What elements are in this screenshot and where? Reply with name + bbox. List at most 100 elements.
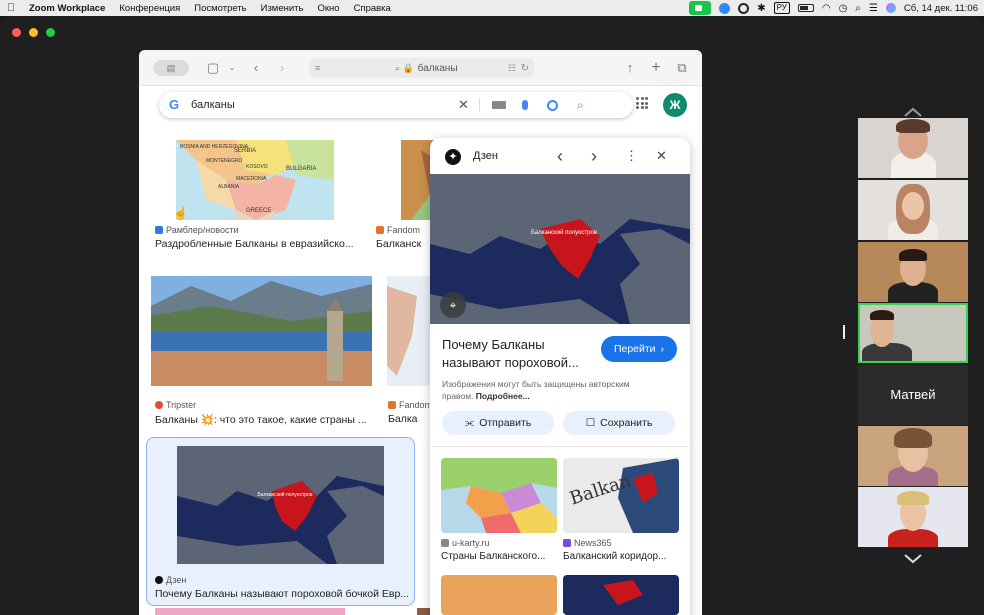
- send-button[interactable]: ⫘ Отправить: [442, 411, 554, 435]
- close-window-button[interactable]: [12, 28, 21, 37]
- sidebar-icon[interactable]: ▢: [205, 60, 221, 76]
- zoom-status-icon[interactable]: [719, 2, 731, 14]
- related-image-u-karty[interactable]: [441, 458, 557, 533]
- participant-video[interactable]: [858, 118, 968, 178]
- menubar-clock[interactable]: Сб, 14 дек. 11:06: [904, 3, 978, 14]
- result-image-fandom-map[interactable]: [387, 276, 432, 386]
- result-source[interactable]: Дзен: [155, 575, 186, 585]
- translate-icon[interactable]: ☷: [508, 63, 516, 74]
- siri-icon[interactable]: [885, 3, 896, 13]
- reload-icon[interactable]: ↻: [521, 63, 529, 74]
- search-icon[interactable]: ⌕: [577, 98, 584, 113]
- panel-title[interactable]: Почему Балканы называют пороховой...: [442, 336, 592, 372]
- menu-conference[interactable]: Конференция: [112, 3, 187, 14]
- related-source[interactable]: News365: [563, 538, 612, 548]
- related-image-news365[interactable]: Balkan: [563, 458, 679, 533]
- menu-edit[interactable]: Изменить: [254, 3, 311, 14]
- result-image-powder-keg[interactable]: Балканский полуостров: [177, 446, 384, 564]
- back-icon[interactable]: ‹: [249, 60, 263, 76]
- participant-video[interactable]: [858, 487, 968, 547]
- menu-window[interactable]: Окно: [310, 3, 346, 14]
- result-source[interactable]: Tripster: [155, 400, 196, 410]
- zoom-window-button[interactable]: [46, 28, 55, 37]
- control-center-icon[interactable]: ☰: [869, 3, 878, 14]
- participant-video[interactable]: [858, 180, 968, 240]
- related-map-corridor: Balkan: [563, 458, 679, 533]
- spotlight-search-icon[interactable]: ⌕: [855, 3, 861, 14]
- participant-video-active-speaker[interactable]: [858, 303, 968, 363]
- address-bar[interactable]: ≡ ⌕ 🔒 балканы ☷ ↻: [309, 58, 534, 78]
- menu-view[interactable]: Посмотреть: [187, 3, 253, 14]
- map-label: MACEDONIA: [236, 176, 267, 182]
- u-karty-icon: [441, 539, 449, 547]
- result-source[interactable]: Fandom: [376, 225, 420, 235]
- bluetooth-icon[interactable]: ✱: [757, 3, 765, 14]
- avatar[interactable]: Ж: [663, 93, 687, 117]
- panel-main-image[interactable]: Балканский полуостров: [430, 174, 690, 324]
- map-label: KOSOVO: [246, 164, 268, 170]
- dzen-logo-icon: ✦: [445, 149, 461, 165]
- related-map-countries: [441, 458, 557, 533]
- google-search-bar[interactable]: G балканы ✕ ⌕: [159, 92, 633, 118]
- forward-icon[interactable]: ›: [275, 60, 289, 76]
- keyboard-icon[interactable]: [492, 101, 506, 109]
- previous-icon[interactable]: ‹: [557, 146, 563, 167]
- more-link[interactable]: Подробнее...: [476, 391, 530, 401]
- powder-keg-map: Балканский полуостров: [177, 446, 384, 564]
- clock-icon[interactable]: ◷: [839, 3, 848, 14]
- result-caption[interactable]: Балканск: [376, 238, 431, 250]
- related-source[interactable]: u-karty.ru: [441, 538, 489, 548]
- result-caption[interactable]: Балканы 💥: что это такое, какие страны .…: [155, 413, 370, 426]
- map-label: Балканский полуостров: [531, 229, 597, 236]
- next-icon[interactable]: ›: [591, 146, 597, 167]
- battery-icon[interactable]: [797, 4, 814, 12]
- chevron-up-icon[interactable]: [903, 104, 923, 117]
- chevron-down-icon[interactable]: [903, 551, 923, 564]
- result-caption[interactable]: Раздробленные Балканы в евразийско...: [155, 238, 355, 250]
- keyboard-layout[interactable]: РУ: [773, 2, 790, 14]
- apple-icon[interactable]: : [0, 2, 22, 14]
- result-caption[interactable]: Балка: [388, 413, 430, 425]
- grammarly-icon[interactable]: [738, 2, 750, 14]
- result-image-peek[interactable]: [155, 608, 345, 615]
- apps-grid-icon[interactable]: [636, 97, 648, 109]
- result-caption[interactable]: Почему Балканы называют пороховой бочкой…: [155, 588, 410, 600]
- share-icon[interactable]: ↑: [623, 60, 637, 76]
- related-caption[interactable]: Страны Балканского...: [441, 551, 556, 562]
- plus-icon[interactable]: +: [649, 60, 663, 76]
- tabs-icon[interactable]: ⧉: [675, 60, 689, 76]
- wifi-icon[interactable]: ◠: [822, 3, 831, 14]
- participant-video[interactable]: [858, 242, 968, 302]
- lens-search-icon[interactable]: ⌖: [440, 292, 466, 318]
- fandom-icon: [376, 226, 384, 234]
- participant-name-tile[interactable]: Матвей: [858, 365, 968, 425]
- related-image-peek[interactable]: [441, 575, 557, 615]
- more-icon[interactable]: ⋮: [625, 148, 638, 164]
- map-label: Балканский полуостров: [257, 491, 312, 498]
- minimize-window-button[interactable]: [29, 28, 38, 37]
- clear-search-icon[interactable]: ✕: [458, 97, 469, 113]
- save-button[interactable]: ☐ Сохранить: [563, 411, 675, 435]
- related-caption[interactable]: Балканский коридор...: [563, 551, 679, 562]
- participant-video[interactable]: [858, 426, 968, 486]
- menu-app-name[interactable]: Zoom Workplace: [22, 3, 112, 14]
- tab-group-icon[interactable]: ▤: [153, 60, 189, 76]
- close-icon[interactable]: ✕: [656, 148, 667, 164]
- menu-help[interactable]: Справка: [347, 3, 398, 14]
- result-image-kotor-photo[interactable]: [151, 276, 372, 386]
- result-image-balkans-political[interactable]: BOSNIA AND HERZEGOVINA SERBIA MONTENEGRO…: [176, 140, 334, 220]
- result-source[interactable]: Рамблер/новости: [155, 225, 239, 235]
- panel-source[interactable]: Дзен: [473, 150, 498, 162]
- result-source[interactable]: Fandom: [388, 400, 432, 410]
- cursor-icon: ☝: [173, 206, 188, 220]
- zoom-camera-icon[interactable]: [689, 1, 712, 15]
- zoom-window: ▤ ▢ ⌄ ‹ › ≡ ⌕ 🔒 балканы ☷ ↻ ↑ + ⧉ G балк…: [0, 16, 984, 615]
- lens-icon[interactable]: [547, 99, 558, 111]
- chevron-down-icon[interactable]: ⌄: [227, 60, 237, 76]
- search-query[interactable]: балканы: [191, 99, 235, 111]
- go-button[interactable]: Перейти ›: [601, 336, 677, 362]
- mic-icon[interactable]: [522, 100, 528, 110]
- reader-icon[interactable]: ≡: [315, 63, 325, 73]
- rambler-icon: [155, 226, 163, 234]
- related-image-peek[interactable]: [563, 575, 679, 615]
